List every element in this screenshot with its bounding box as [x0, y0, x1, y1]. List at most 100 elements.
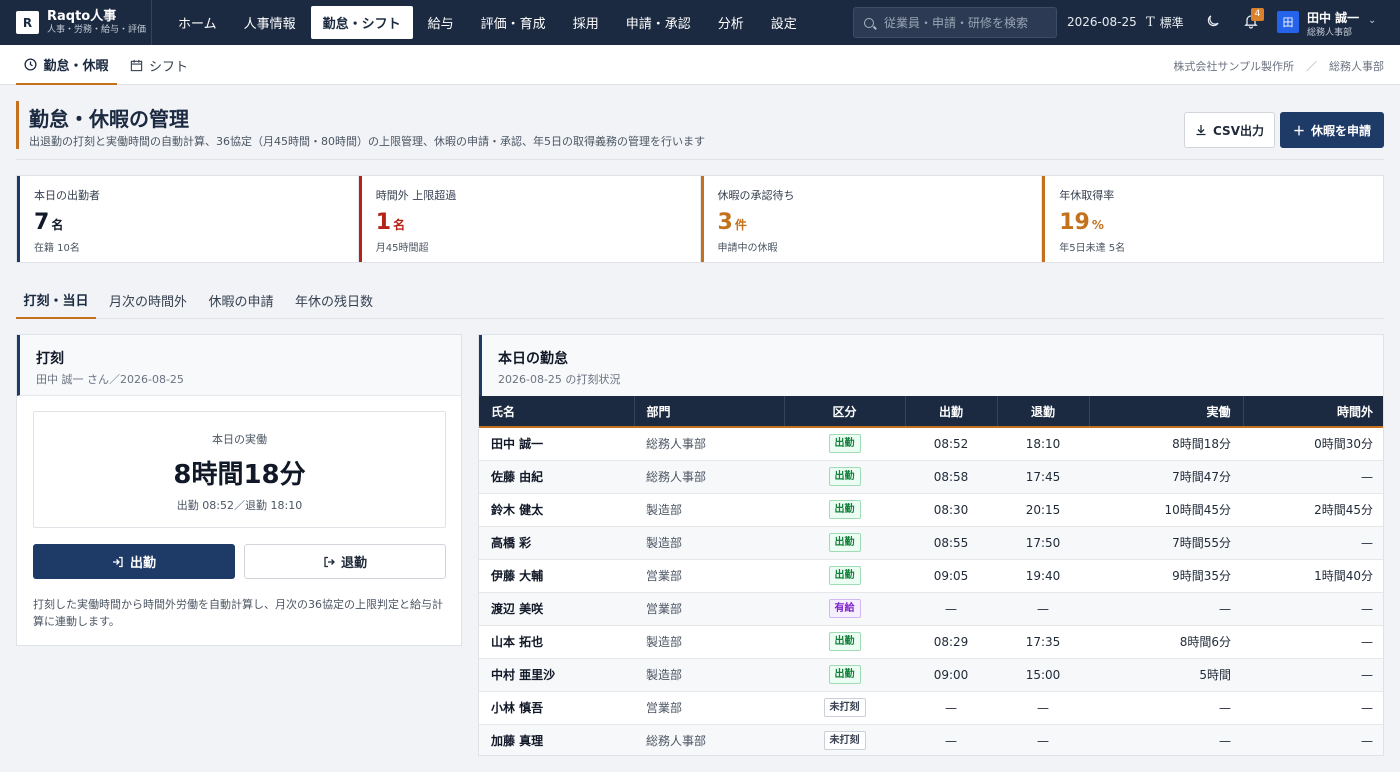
- cell-clock-in: 08:58: [933, 469, 969, 484]
- table-row[interactable]: 小林 慎吾 営業部 未打刻 — — — —: [479, 691, 1383, 724]
- table-row[interactable]: 山本 拓也 製造部 出勤 08:29 17:35 8時間6分 —: [479, 625, 1383, 658]
- cell-name: 佐藤 由紀: [491, 470, 544, 484]
- table-row[interactable]: 伊藤 大輔 営業部 出勤 09:05 19:40 9時間35分 1時間40分: [479, 559, 1383, 592]
- nav-item-attendance[interactable]: 勤怠・シフト: [310, 6, 413, 39]
- kpi-unit: 名: [51, 218, 64, 232]
- panel-title: 打刻: [36, 351, 64, 367]
- header-divider: [16, 159, 1384, 160]
- tab-monthly-overtime[interactable]: 月次の時間外: [102, 281, 194, 319]
- search-input[interactable]: [884, 15, 1054, 30]
- download-icon: [1196, 125, 1206, 136]
- cell-overtime: —: [1361, 733, 1373, 748]
- notification-badge: 4: [1251, 8, 1264, 21]
- clock-in-button[interactable]: 出勤: [33, 544, 235, 579]
- col-out[interactable]: 退勤: [997, 396, 1090, 428]
- col-work[interactable]: 実働: [1089, 396, 1244, 428]
- nav-item-evaluation[interactable]: 評価・育成: [469, 6, 558, 39]
- breadcrumb-dept: 総務人事部: [1329, 60, 1384, 73]
- page-title: 勤怠・休暇の管理: [29, 107, 189, 131]
- tab-punch-today[interactable]: 打刻・当日: [16, 281, 96, 319]
- csv-export-label: CSV出力: [1213, 123, 1264, 138]
- cell-work-time: —: [1219, 700, 1231, 715]
- cell-work-time: 5時間: [1199, 668, 1231, 682]
- kpi-card-leave-rate: 年休取得率 19% 年5日未達 5名: [1042, 176, 1383, 262]
- status-badge: 出勤: [828, 500, 861, 519]
- panel-subtitle: 田中 誠一 さん／2026-08-25: [36, 373, 184, 386]
- tab-leave-requests[interactable]: 休暇の申請: [202, 281, 280, 319]
- moon-icon[interactable]: [1206, 14, 1220, 28]
- nav-item-home[interactable]: ホーム: [166, 6, 229, 39]
- status-badge: 出勤: [828, 467, 861, 486]
- table-row[interactable]: 高橋 彩 製造部 出勤 08:55 17:50 7時間55分 —: [479, 526, 1383, 559]
- kpi-label: 本日の出勤者: [34, 189, 100, 202]
- nav-item-settings[interactable]: 設定: [759, 6, 809, 39]
- kpi-value: 19%: [1059, 210, 1104, 235]
- col-type[interactable]: 区分: [784, 396, 906, 428]
- cell-overtime: —: [1361, 667, 1373, 682]
- plus-icon: ＋: [1292, 123, 1305, 138]
- nav-item-requests[interactable]: 申請・承認: [614, 6, 703, 39]
- tab-leave-balance[interactable]: 年休の残日数: [288, 281, 380, 319]
- cell-dept: 製造部: [646, 503, 683, 517]
- chevron-down-icon[interactable]: ⌄: [1368, 15, 1376, 26]
- kpi-card-attendance: 本日の出勤者 7名 在籍 10名: [17, 176, 359, 262]
- subtab-attendance[interactable]: 勤怠・休暇: [16, 45, 117, 85]
- breadcrumb-company[interactable]: 株式会社サンプル製作所: [1173, 60, 1294, 73]
- cell-dept: 営業部: [646, 602, 683, 616]
- user-dept: 総務人事部: [1307, 28, 1353, 38]
- col-in[interactable]: 出勤: [905, 396, 998, 428]
- density-label: 標準: [1159, 16, 1184, 30]
- cell-clock-in: 08:52: [933, 436, 969, 451]
- csv-export-button[interactable]: CSV出力: [1184, 112, 1275, 148]
- cell-type: 出勤: [784, 559, 905, 592]
- cell-work-time: 10時間45分: [1164, 503, 1231, 517]
- status-badge: 出勤: [828, 632, 861, 651]
- cell-work-time: 8時間6分: [1179, 635, 1231, 649]
- nav-item-analytics[interactable]: 分析: [706, 6, 756, 39]
- nav-item-payroll[interactable]: 給与: [416, 6, 466, 39]
- nav-item-recruiting[interactable]: 採用: [561, 6, 611, 39]
- cell-dept: 総務人事部: [646, 437, 707, 452]
- sign-out-icon: [324, 556, 335, 567]
- subtab-shift[interactable]: シフト: [130, 45, 188, 85]
- cell-type: 出勤: [784, 493, 905, 526]
- work-time-label: 本日の実働: [212, 433, 267, 446]
- table-row[interactable]: 中村 亜里沙 製造部 出勤 09:00 15:00 5時間 —: [479, 658, 1383, 691]
- col-overtime[interactable]: 時間外: [1243, 396, 1383, 428]
- cell-name: 加藤 真理: [491, 734, 544, 748]
- table-row[interactable]: 加藤 真理 総務人事部 未打刻 — — — —: [479, 724, 1383, 755]
- avatar[interactable]: 田: [1277, 11, 1299, 33]
- sub-nav: 勤怠・休暇 シフト 株式会社サンプル製作所 ／ 総務人事部: [0, 45, 1400, 85]
- cell-clock-out: 18:10: [1025, 436, 1061, 451]
- cell-dept: 営業部: [646, 569, 683, 583]
- cell-clock-in: —: [945, 700, 957, 715]
- table-row[interactable]: 鈴木 健太 製造部 出勤 08:30 20:15 10時間45分 2時間45分: [479, 493, 1383, 526]
- table-row[interactable]: 渡辺 美咲 営業部 有給 — — — —: [479, 592, 1383, 625]
- cell-type: 出勤: [784, 625, 905, 658]
- cell-overtime: —: [1361, 700, 1373, 715]
- table-row[interactable]: 田中 誠一 総務人事部 出勤 08:52 18:10 8時間18分 0時間30分: [479, 427, 1383, 460]
- kpi-label: 休暇の承認待ち: [717, 189, 795, 202]
- status-badge: 出勤: [828, 665, 861, 684]
- density-toggle[interactable]: T 標準: [1146, 14, 1184, 31]
- subtab-attendance-label: 勤怠・休暇: [43, 58, 109, 74]
- brand[interactable]: R Raqto人事 人事・労務・給与・評価: [0, 0, 152, 45]
- request-leave-button[interactable]: ＋ 休暇を申請: [1280, 112, 1384, 148]
- kpi-sub: 在籍 10名: [34, 243, 80, 254]
- page-header: 勤怠・休暇の管理 出退勤の打刻と実働時間の自動計算、36協定（月45時間・80時…: [16, 101, 1384, 151]
- table-row[interactable]: 佐藤 由紀 総務人事部 出勤 08:58 17:45 7時間47分 —: [479, 460, 1383, 493]
- panel-title: 本日の勤怠: [498, 351, 568, 367]
- cell-name: 田中 誠一: [491, 437, 544, 452]
- user-name[interactable]: 田中 誠一: [1307, 9, 1359, 26]
- cell-clock-out: 19:40: [1025, 568, 1061, 583]
- clock-out-button[interactable]: 退勤: [244, 544, 446, 579]
- col-dept[interactable]: 部門: [634, 396, 785, 428]
- work-time-box: 本日の実働 8時間18分 出勤 08:52／退勤 18:10: [33, 411, 446, 528]
- cell-type: 出勤: [784, 526, 905, 559]
- main-nav: ホーム 人事情報 勤怠・シフト 給与 評価・育成 採用 申請・承認 分析 設定: [166, 0, 812, 45]
- clock-out-label: 退勤: [340, 556, 367, 571]
- cell-name: 小林 慎吾: [491, 701, 544, 715]
- col-name[interactable]: 氏名: [479, 396, 635, 428]
- nav-item-hr-info[interactable]: 人事情報: [232, 6, 308, 39]
- panel-header: 本日の勤怠 2026-08-25 の打刻状況: [479, 335, 1383, 396]
